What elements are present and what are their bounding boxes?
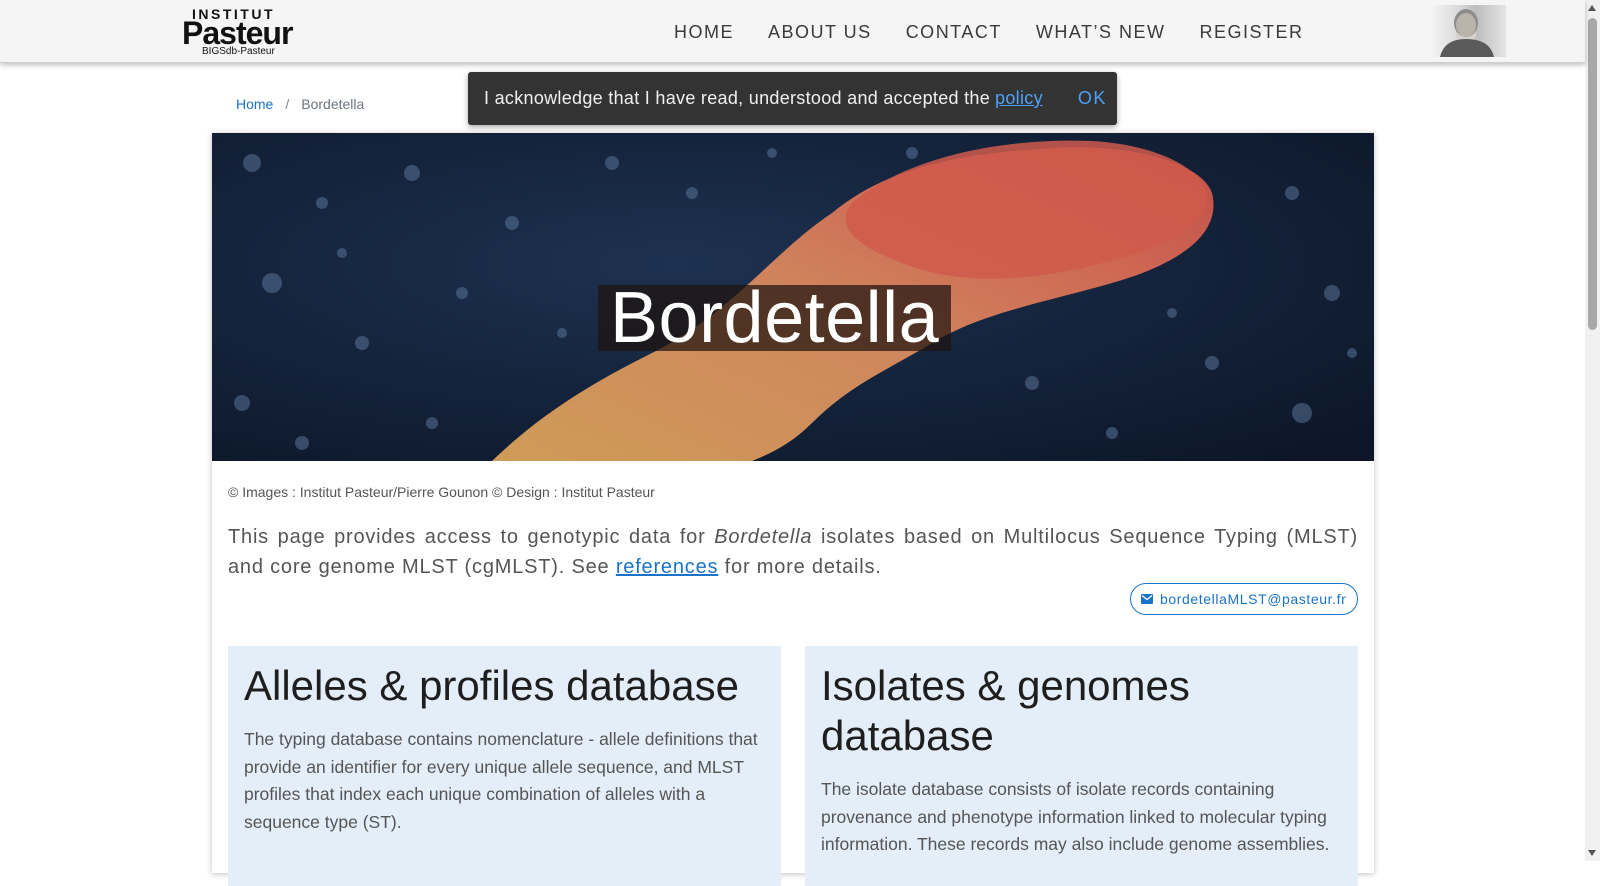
contact-email-button[interactable]: bordetellaMLST@pasteur.fr <box>1130 583 1358 615</box>
isolates-genomes-database-panel[interactable]: Isolates & genomes database The isolate … <box>805 646 1358 886</box>
alleles-profiles-database-panel[interactable]: Alleles & profiles database The typing d… <box>228 646 781 886</box>
logo-line-2: Pasteur <box>182 15 293 51</box>
alleles-profiles-description: The typing database contains nomenclatur… <box>244 729 758 832</box>
nav-home[interactable]: HOME <box>674 22 734 43</box>
toast-text: I acknowledge that I have read, understo… <box>484 88 991 108</box>
policy-link[interactable]: policy <box>995 88 1043 109</box>
image-credits: © Images : Institut Pasteur/Pierre Gouno… <box>228 484 655 500</box>
louis-pasteur-portrait[interactable] <box>1430 5 1506 57</box>
main-nav: HOME ABOUT US CONTACT WHAT’S NEW REGISTE… <box>674 22 1304 43</box>
intro-text-before: This page provides access to genotypic d… <box>228 526 706 548</box>
isolates-genomes-title[interactable]: Isolates & genomes database <box>821 661 1341 761</box>
logo-line-3: BIGSdb-Pasteur <box>202 46 275 57</box>
nav-about-us[interactable]: ABOUT US <box>768 22 872 43</box>
isolates-genomes-description: The isolate database consists of isolate… <box>821 779 1330 854</box>
scroll-down-arrow-icon[interactable] <box>1588 850 1596 856</box>
breadcrumb-separator: / <box>285 96 290 112</box>
intro-paragraph: This page provides access to genotypic d… <box>228 522 1358 582</box>
intro-genus: Bordetella <box>714 526 813 548</box>
scroll-thumb[interactable] <box>1588 18 1597 330</box>
nav-contact[interactable]: CONTACT <box>906 22 1002 43</box>
institut-pasteur-logo[interactable]: INSTITUT Pasteur BIGSdb-Pasteur <box>182 6 294 58</box>
cookie-policy-toast: I acknowledge that I have read, understo… <box>468 72 1117 125</box>
main-card: Bordetella © Images : Institut Pasteur/P… <box>212 133 1374 886</box>
references-link[interactable]: references <box>616 556 719 578</box>
hero-banner: Bordetella <box>212 133 1374 461</box>
alleles-profiles-title[interactable]: Alleles & profiles database <box>244 661 739 711</box>
page-scrollbar[interactable] <box>1585 0 1600 861</box>
top-navbar: INSTITUT Pasteur BIGSdb-Pasteur HOME ABO… <box>0 0 1585 63</box>
mail-icon <box>1141 594 1153 604</box>
breadcrumb-home-link[interactable]: Home <box>236 96 273 112</box>
contact-email-label: bordetellaMLST@pasteur.fr <box>1160 591 1347 607</box>
nav-register[interactable]: REGISTER <box>1200 22 1304 43</box>
nav-whats-new[interactable]: WHAT’S NEW <box>1036 22 1166 43</box>
breadcrumb: Home / Bordetella <box>236 96 364 112</box>
breadcrumb-current: Bordetella <box>301 96 365 112</box>
toast-ok-button[interactable]: OK <box>1078 88 1107 109</box>
hero-title: Bordetella <box>598 282 952 354</box>
intro-text-after: for more details. <box>724 556 882 578</box>
scroll-up-arrow-icon[interactable] <box>1588 5 1596 11</box>
